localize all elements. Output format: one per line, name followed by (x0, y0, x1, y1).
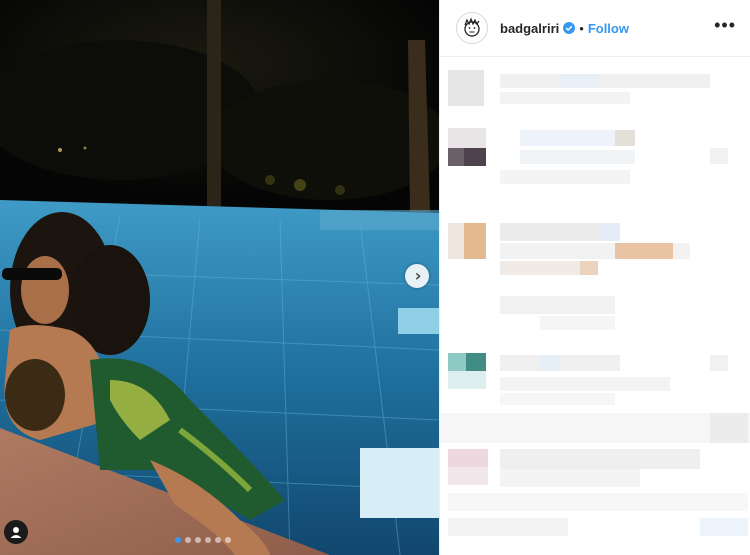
avatar-sketch-icon (464, 17, 480, 37)
list-item (440, 128, 750, 198)
carousel-dot (185, 537, 191, 543)
list-item (440, 223, 750, 283)
list-item (440, 518, 750, 555)
list-item (440, 296, 750, 336)
carousel-dot (205, 537, 211, 543)
list-item (440, 413, 750, 533)
post-side-panel: badgalriri • Follow ••• (439, 0, 750, 555)
list-item (440, 70, 750, 120)
more-options-icon[interactable]: ••• (714, 16, 736, 36)
list-item (440, 353, 750, 413)
pool-photo-image (0, 0, 439, 555)
post-photo[interactable]: › (0, 0, 439, 555)
post-header: badgalriri • Follow ••• (440, 0, 750, 57)
chevron-right-icon: › (414, 266, 422, 285)
carousel-dot (215, 537, 221, 543)
comments-list-pixelated (440, 58, 750, 555)
instagram-post: › badgalriri • Follow ••• (0, 0, 750, 555)
carousel-dot (195, 537, 201, 543)
carousel-indicator (175, 537, 231, 543)
carousel-dot (175, 537, 181, 543)
user-tag-icon (10, 527, 22, 538)
header-separator: • (579, 20, 584, 36)
username-link[interactable]: badgalriri (500, 21, 559, 36)
next-slide-button[interactable]: › (405, 264, 429, 288)
avatar[interactable] (456, 12, 488, 44)
verified-badge-icon (563, 22, 576, 34)
carousel-dot (225, 537, 231, 543)
follow-button[interactable]: Follow (588, 21, 629, 36)
tagged-users-button[interactable] (4, 520, 28, 544)
